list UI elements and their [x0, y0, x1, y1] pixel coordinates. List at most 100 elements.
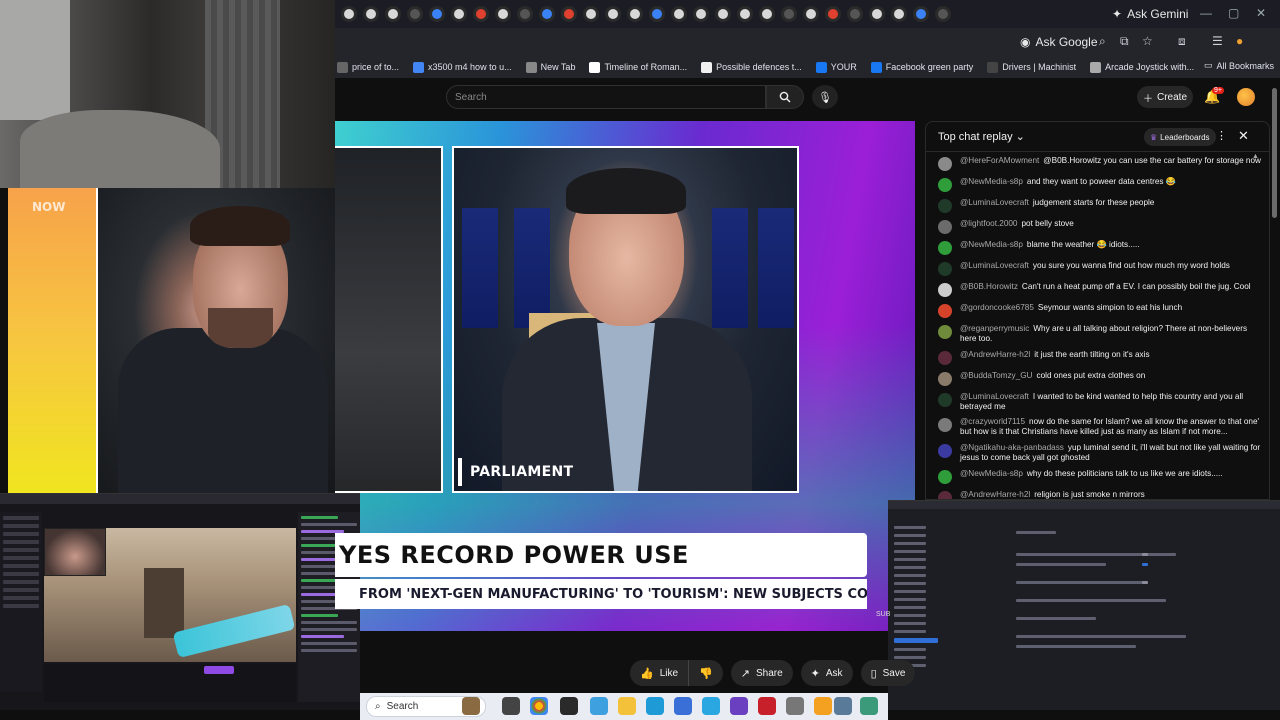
chat-avatar[interactable] [938, 469, 952, 484]
share-button[interactable]: ↗ Share [730, 660, 793, 686]
chat-avatar[interactable] [938, 283, 952, 297]
tab-favicon[interactable] [825, 6, 841, 22]
tab-favicon[interactable] [737, 6, 753, 22]
app-icon[interactable] [730, 697, 748, 715]
close-window-icon[interactable]: ✕ [1256, 6, 1266, 20]
tab-favicon[interactable] [385, 6, 401, 22]
chat-author[interactable]: @reganperrymusic [960, 324, 1029, 333]
dislike-button[interactable]: 👎 [689, 660, 723, 686]
chat-avatar[interactable] [938, 350, 952, 365]
bookmark-item[interactable]: Drivers | Machinist [987, 61, 1076, 73]
search-input[interactable]: Search [446, 85, 766, 109]
ask-button[interactable]: ✦ Ask [800, 660, 853, 686]
tab-favicon[interactable] [649, 6, 665, 22]
app-icon[interactable] [786, 697, 804, 715]
bookmark-item[interactable]: Facebook green party [870, 61, 973, 73]
chat-avatar[interactable] [938, 178, 952, 192]
bookmark-item[interactable]: YOUR [815, 61, 857, 73]
tab-favicon[interactable] [715, 6, 731, 22]
chat-avatar[interactable] [938, 444, 952, 459]
chat-mode-dropdown[interactable]: Top chat replay ⌄ [938, 130, 1025, 143]
like-button[interactable]: 👍 Like [630, 660, 690, 686]
close-icon[interactable]: ✕ [1238, 128, 1249, 144]
app-icon[interactable] [860, 697, 878, 715]
chat-author[interactable]: @crazyworld7115 [960, 417, 1025, 426]
scroll-up-icon[interactable]: ▲ [1252, 153, 1259, 160]
tab-favicon[interactable] [781, 6, 797, 22]
chat-avatar[interactable] [938, 304, 952, 318]
tab-favicon[interactable] [429, 6, 445, 22]
bookmark-item[interactable]: Timeline of Roman... [589, 61, 687, 73]
chat-author[interactable]: @HereForAMowment [960, 156, 1039, 165]
chat-avatar[interactable] [938, 490, 952, 499]
sidebar-icon[interactable]: ☰ [1212, 34, 1223, 48]
ask-google-button[interactable]: ◉ Ask Google [1020, 32, 1098, 52]
chat-author[interactable]: @Ngatikahu-aka-panbadass [960, 443, 1064, 452]
tab-favicon[interactable] [539, 6, 555, 22]
chrome-icon[interactable] [530, 697, 548, 715]
page-scrollbar[interactable] [1272, 88, 1277, 218]
chat-avatar[interactable] [938, 220, 952, 234]
tab-favicon[interactable] [891, 6, 907, 22]
tab-favicon[interactable] [605, 6, 621, 22]
telegram-icon[interactable] [702, 697, 720, 715]
tab-favicon[interactable] [363, 6, 379, 22]
edge-icon[interactable] [646, 697, 664, 715]
chat-author[interactable]: @NewMedia-s8p [960, 469, 1023, 478]
tab-favicon[interactable] [913, 6, 929, 22]
chat-author[interactable]: @NewMedia-s8p [960, 240, 1023, 249]
maximize-icon[interactable]: ▢ [1228, 6, 1239, 20]
ask-gemini-button[interactable]: ✦ Ask Gemini [1104, 4, 1196, 24]
chat-avatar[interactable] [938, 262, 952, 276]
tab-favicon[interactable] [671, 6, 687, 22]
star-icon[interactable]: ☆ [1142, 34, 1153, 48]
tab-favicon[interactable] [627, 6, 643, 22]
cast-icon[interactable]: ⧉ [1120, 34, 1129, 49]
chat-author[interactable]: @AndrewHarre-h2l [960, 350, 1030, 359]
chat-avatar[interactable] [938, 392, 952, 407]
chat-author[interactable]: @gordoncooke6785 [960, 303, 1034, 312]
tab-favicon[interactable] [451, 6, 467, 22]
chat-avatar[interactable] [938, 199, 952, 213]
bookmark-item[interactable]: Arcade Joystick with... [1090, 61, 1194, 73]
tab-favicon[interactable] [847, 6, 863, 22]
create-button[interactable]: ＋ Create [1137, 86, 1193, 108]
chat-author[interactable]: @BuddaTomzy_GU [960, 371, 1032, 380]
leaderboards-button[interactable]: ♛ Leaderboards [1144, 128, 1216, 146]
tab-favicon[interactable] [517, 6, 533, 22]
taskbar-widget-icon[interactable] [462, 697, 480, 715]
tab-favicon[interactable] [935, 6, 951, 22]
chat-author[interactable]: @LuminaLovecraft [960, 261, 1029, 270]
file-explorer-icon[interactable] [618, 697, 636, 715]
tab-favicon[interactable] [473, 6, 489, 22]
address-bar[interactable] [335, 28, 1280, 56]
account-avatar[interactable] [1237, 88, 1255, 106]
tab-favicon[interactable] [407, 6, 423, 22]
zoom-icon[interactable]: ⌕ [1099, 34, 1106, 49]
chat-avatar[interactable] [938, 325, 952, 339]
extensions-icon[interactable]: ⧈ [1178, 34, 1186, 49]
chat-avatar[interactable] [938, 418, 952, 433]
tab-favicon[interactable] [869, 6, 885, 22]
tab-favicon[interactable] [803, 6, 819, 22]
chat-avatar[interactable] [938, 241, 952, 255]
obs-icon[interactable] [560, 697, 578, 715]
tab-favicon[interactable] [561, 6, 577, 22]
adobe-icon[interactable] [758, 697, 776, 715]
app-icon[interactable] [590, 697, 608, 715]
all-bookmarks-button[interactable]: ▭ All Bookmarks [1204, 60, 1274, 71]
tab-favicon[interactable] [341, 6, 357, 22]
tab-favicon[interactable] [693, 6, 709, 22]
chat-avatar[interactable] [938, 371, 952, 386]
bookmark-item[interactable]: price of to... [337, 61, 399, 73]
bookmark-item[interactable]: Possible defences t... [701, 61, 802, 73]
tab-favicon[interactable] [495, 6, 511, 22]
minimize-icon[interactable]: — [1200, 6, 1212, 20]
tab-favicon[interactable] [583, 6, 599, 22]
bookmark-item[interactable]: New Tab [525, 61, 575, 73]
more-options-icon[interactable]: ⋮ [1216, 129, 1227, 142]
outlook-icon[interactable] [674, 697, 692, 715]
chat-author[interactable]: @B0B.Horowitz [960, 282, 1018, 291]
voice-search-button[interactable]: 🎙 [812, 85, 838, 109]
chat-author[interactable]: @LuminaLovecraft [960, 392, 1029, 401]
